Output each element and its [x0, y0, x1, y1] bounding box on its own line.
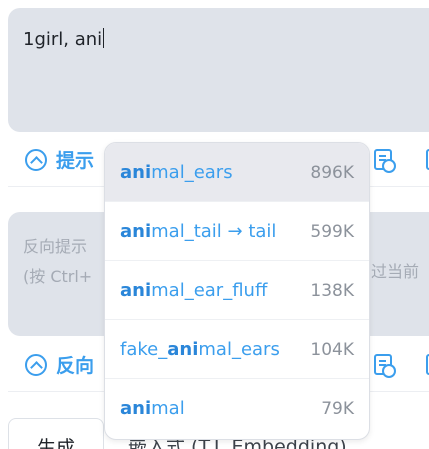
autocomplete-tag: animal_ears [120, 162, 233, 183]
negative-placeholder-line2: (按 Ctrl+ [23, 267, 93, 286]
collapse-toggle-icon[interactable] [25, 149, 47, 171]
collapse-toggle-icon[interactable] [25, 354, 47, 376]
autocomplete-tag: fake_animal_ears [120, 339, 280, 360]
prompt-history-icon[interactable] [374, 149, 396, 173]
autocomplete-item[interactable]: fake_animal_ears 104K [105, 320, 369, 379]
autocomplete-count: 896K [310, 163, 354, 183]
autocomplete-tag: animal [120, 398, 185, 419]
autocomplete-count: 104K [310, 340, 354, 360]
text-caret [103, 28, 105, 48]
prompt-text: 1girl, ani [23, 29, 103, 50]
autocomplete-count: 79K [321, 399, 354, 419]
autocomplete-item[interactable]: animal_tail → tail 599K [105, 202, 369, 261]
autocomplete-dropdown: animal_ears 896K animal_tail → tail 599K… [104, 142, 370, 440]
autocomplete-item[interactable]: animal_ears 896K [105, 143, 369, 202]
negative-section-label[interactable]: 反向 [56, 351, 94, 378]
autocomplete-count: 138K [310, 281, 354, 301]
autocomplete-item[interactable]: animal 79K [105, 379, 369, 438]
autocomplete-tag: animal_tail → tail [120, 221, 277, 242]
tab-generate[interactable]: 生成 [8, 418, 104, 449]
prompt-section-label[interactable]: 提示 [56, 146, 94, 173]
autocomplete-item[interactable]: animal_ear_fluff 138K [105, 261, 369, 320]
negative-placeholder-tail: 过当前 [371, 262, 420, 281]
prompt-history-icon[interactable] [374, 354, 396, 378]
negative-placeholder-line1: 反向提示 [23, 237, 88, 256]
webui-page: 1girl, ani 提示 反向提示 (按 Ctrl+ 过当前 反向 生成 嵌入… [0, 0, 429, 449]
prompt-textarea[interactable]: 1girl, ani [8, 8, 429, 132]
autocomplete-count: 599K [310, 222, 354, 242]
autocomplete-tag: animal_ear_fluff [120, 280, 268, 301]
